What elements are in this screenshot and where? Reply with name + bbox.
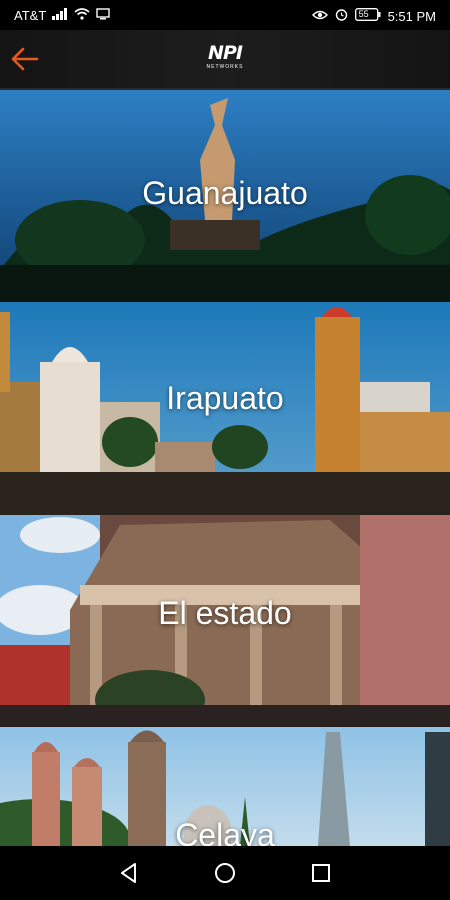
city-card-el-estado[interactable]: El estado — [0, 515, 450, 727]
city-label: Guanajuato — [142, 175, 308, 211]
screen-cast-icon — [96, 8, 110, 23]
city-card-guanajuato[interactable]: Guanajuato — [0, 90, 450, 302]
carrier-label: AT&T — [14, 8, 47, 23]
app-bar: NPI NETWORKS — [0, 30, 450, 90]
eye-icon — [311, 9, 328, 24]
city-list: Guanajuato Irapuato El estado Celaya — [0, 90, 450, 846]
logo-subtitle: NETWORKS — [206, 64, 244, 70]
clock: 5:51 PM — [387, 8, 436, 24]
city-card-irapuato[interactable]: Irapuato — [0, 302, 450, 515]
system-navigation-bar — [0, 846, 450, 900]
city-label: El estado — [158, 595, 292, 631]
npi-networks-logo: NPI NETWORKS — [196, 42, 254, 76]
city-label: Irapuato — [166, 380, 284, 416]
nav-back-button[interactable] — [116, 860, 142, 886]
city-card-celaya[interactable]: Celaya — [0, 727, 450, 846]
alarm-icon — [335, 8, 348, 24]
back-button[interactable] — [10, 46, 40, 72]
signal-icon — [52, 8, 68, 23]
logo-mark: NPI — [208, 42, 243, 64]
wifi-icon — [74, 8, 90, 23]
circle-home-icon — [215, 863, 235, 883]
square-recents-icon — [312, 864, 330, 882]
nav-recents-button[interactable] — [308, 860, 334, 886]
triangle-back-icon — [121, 863, 136, 883]
battery-icon: 55 — [354, 8, 381, 24]
arrow-left-icon — [11, 47, 39, 71]
city-label: Celaya — [175, 817, 275, 846]
battery-level: 55 — [358, 9, 369, 19]
nav-home-button[interactable] — [212, 860, 238, 886]
status-bar: AT&T 55 5:51 PM — [0, 0, 450, 30]
